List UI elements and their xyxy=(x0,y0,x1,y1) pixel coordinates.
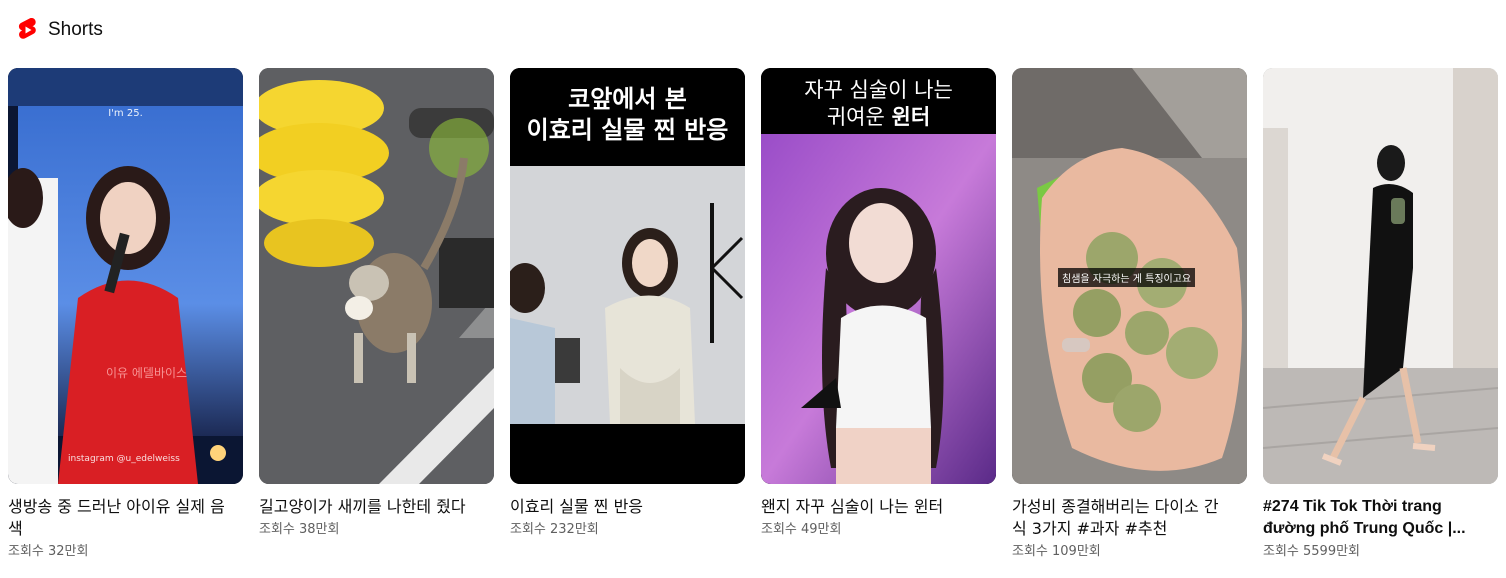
short-meta: 가성비 종결해버리는 다이소 간식 3가지 #과자 #추천 조회수 109만회 xyxy=(1012,484,1247,562)
shorts-shelf: Shorts I'm 25. 이유 에델바이스 instagram @u_ede… xyxy=(0,0,1506,578)
short-meta: 이효리 실물 찐 반응 조회수 232만회 xyxy=(510,484,745,540)
short-title[interactable]: 왠지 자꾸 심술이 나는 윈터 xyxy=(761,496,980,518)
shelf-title: Shorts xyxy=(48,19,103,40)
short-card[interactable]: 자꾸 심술이 나는 귀여운 윈터 왠지 자꾸 심술이 나는 윈터 조회수 49만… xyxy=(761,68,996,562)
view-count: 조회수 32만회 xyxy=(8,544,89,559)
short-meta: 생방송 중 드러난 아이유 실제 음색 조회수 32만회 xyxy=(8,484,243,562)
short-title[interactable]: 길고양이가 새끼를 나한테 줬다 xyxy=(259,496,478,518)
thumbnail-image xyxy=(8,68,243,484)
overlay-top-text: I'm 25. xyxy=(108,108,143,119)
short-thumbnail[interactable]: 코앞에서 본 이효리 실물 찐 반응 xyxy=(510,68,745,484)
shorts-list: I'm 25. 이유 에델바이스 instagram @u_edelweiss … xyxy=(8,68,1498,562)
short-card[interactable]: I'm 25. 이유 에델바이스 instagram @u_edelweiss … xyxy=(8,68,243,562)
short-title[interactable]: 이효리 실물 찐 반응 xyxy=(510,496,729,518)
thumbnail-caption: 자꾸 심술이 나는 귀여운 윈터 xyxy=(761,68,996,134)
shelf-header: Shorts xyxy=(16,16,103,44)
short-meta: 왠지 자꾸 심술이 나는 윈터 조회수 49만회 xyxy=(761,484,996,540)
short-card[interactable]: #274 Tik Tok Thời trang đường phố Trung … xyxy=(1263,68,1498,562)
short-meta: #274 Tik Tok Thời trang đường phố Trung … xyxy=(1263,484,1498,562)
thumbnail-caption: 코앞에서 본 이효리 실물 찐 반응 xyxy=(510,68,745,166)
short-card[interactable]: 코앞에서 본 이효리 실물 찐 반응 이효리 실물 찐 반응 조회수 232만회 xyxy=(510,68,745,562)
overlay-credit: instagram @u_edelweiss xyxy=(68,454,180,464)
overlay-watermark: 이유 에델바이스 xyxy=(106,366,188,380)
view-count: 조회수 49만회 xyxy=(761,522,842,537)
view-count: 조회수 109만회 xyxy=(1012,544,1101,559)
view-count: 조회수 5599만회 xyxy=(1263,544,1361,559)
short-title[interactable]: 가성비 종결해버리는 다이소 간식 3가지 #과자 #추천 xyxy=(1012,496,1231,540)
short-meta: 길고양이가 새끼를 나한테 줬다 조회수 38만회 xyxy=(259,484,494,540)
short-title[interactable]: 생방송 중 드러난 아이유 실제 음색 xyxy=(8,496,227,540)
short-thumbnail[interactable] xyxy=(259,68,494,484)
short-thumbnail[interactable]: I'm 25. 이유 에델바이스 instagram @u_edelweiss xyxy=(8,68,243,484)
youtube-shorts-logo-icon xyxy=(16,16,40,44)
short-thumbnail[interactable] xyxy=(1263,68,1498,484)
short-thumbnail[interactable]: 침샘을 자극하는 게 특징이고요 xyxy=(1012,68,1247,484)
short-thumbnail[interactable]: 자꾸 심술이 나는 귀여운 윈터 xyxy=(761,68,996,484)
view-count: 조회수 38만회 xyxy=(259,522,340,537)
short-title[interactable]: #274 Tik Tok Thời trang đường phố Trung … xyxy=(1263,496,1482,540)
thumbnail-image xyxy=(1263,68,1498,484)
thumbnail-image xyxy=(259,68,494,484)
short-card[interactable]: 길고양이가 새끼를 나한테 줬다 조회수 38만회 xyxy=(259,68,494,562)
view-count: 조회수 232만회 xyxy=(510,522,599,537)
video-subtitle: 침샘을 자극하는 게 특징이고요 xyxy=(1058,268,1196,287)
short-card[interactable]: 침샘을 자극하는 게 특징이고요 가성비 종결해버리는 다이소 간식 3가지 #… xyxy=(1012,68,1247,562)
